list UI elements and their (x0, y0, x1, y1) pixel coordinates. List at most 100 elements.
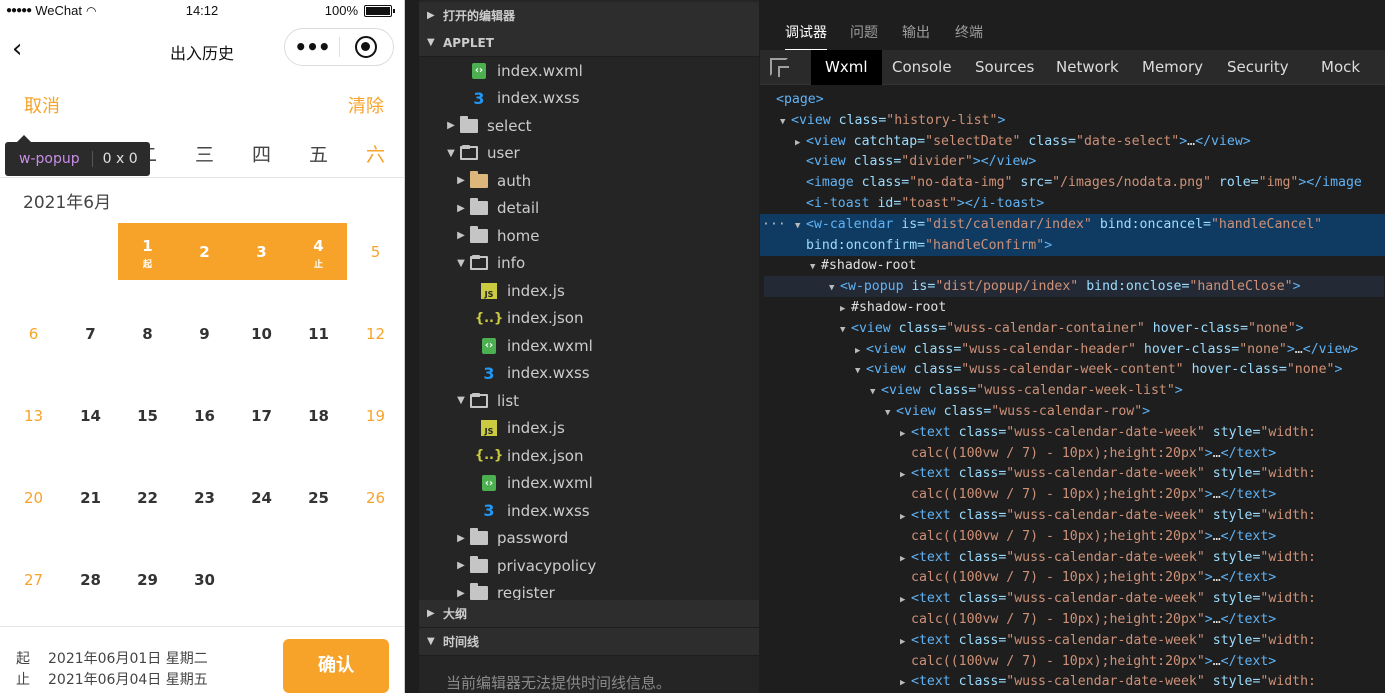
tree-folder[interactable]: ▶ register (419, 580, 759, 600)
wxml-node-line[interactable]: ▶ <view class="wuss-calendar-header" hove… (760, 339, 1385, 360)
wxml-node-line[interactable]: ▶ #shadow-root (760, 297, 1385, 318)
tab-debugger[interactable]: 调试器 (785, 22, 827, 50)
tab-memory[interactable]: Memory (1142, 58, 1203, 76)
calendar-day[interactable]: 28 (62, 571, 119, 589)
calendar-day[interactable]: 14 (62, 407, 119, 425)
calendar-day[interactable]: 5 (347, 243, 404, 261)
inspect-element-icon[interactable] (770, 58, 788, 76)
wxml-node-line[interactable]: ▼ <view class="history-list"> (760, 110, 1385, 131)
project-header[interactable]: ▼ APPLET (419, 29, 759, 57)
tab-mock[interactable]: Mock (1321, 58, 1360, 76)
wxml-node-line[interactable]: ▼ #shadow-root (760, 255, 1385, 276)
outline-header[interactable]: ▶ 大纲 (419, 600, 759, 628)
tab-problems[interactable]: 问题 (850, 22, 878, 42)
more-dots-icon[interactable]: ··· (762, 214, 786, 235)
close-miniprogram-button[interactable] (340, 36, 393, 58)
wxml-node-line[interactable]: calc((100vw / 7) - 10px);height:20px">…<… (760, 609, 1385, 630)
calendar-day[interactable]: 30 (176, 571, 233, 589)
calendar-day[interactable]: 10 (233, 325, 290, 343)
calendar-day[interactable]: 4止 (290, 237, 347, 270)
wxml-node-line[interactable]: ▼ <w-calendar is="dist/calendar/index" bi… (760, 213, 1385, 235)
tab-network[interactable]: Network (1056, 58, 1119, 76)
tab-security[interactable]: Security (1227, 58, 1289, 76)
expand-right-icon[interactable]: ▶ (900, 673, 911, 693)
wxml-node-line[interactable]: ▶ <text class="wuss-calendar-date-week" s… (760, 588, 1385, 609)
timeline-header[interactable]: ▼ 时间线 (419, 628, 759, 656)
calendar-day[interactable]: 12 (347, 325, 404, 343)
wxml-node-line[interactable]: <i-toast id="toast"></i-toast> (760, 193, 1385, 214)
tree-folder[interactable]: ▼ list (419, 387, 759, 415)
calendar-day[interactable]: 25 (290, 489, 347, 507)
calendar-day[interactable]: 20 (5, 489, 62, 507)
tree-file[interactable]: 3 index.wxss (419, 85, 759, 113)
wxml-node-line[interactable]: calc((100vw / 7) - 10px);height:20px">…<… (760, 567, 1385, 588)
calendar-day[interactable]: 3 (233, 243, 290, 261)
wxml-node-line[interactable]: ▶ <text class="wuss-calendar-date-week" s… (760, 505, 1385, 526)
wxml-node-line[interactable]: ▶ <text class="wuss-calendar-date-week" s… (760, 422, 1385, 443)
tree-folder[interactable]: ▶ auth (419, 167, 759, 195)
wxml-node-line[interactable]: ▶ <text class="wuss-calendar-date-week" s… (760, 547, 1385, 568)
tree-folder[interactable]: ▼ user (419, 140, 759, 168)
calendar-day[interactable]: 26 (347, 489, 404, 507)
tree-file[interactable]: {..} index.json (419, 305, 759, 333)
cancel-button[interactable]: 取消 (24, 92, 60, 118)
calendar-day[interactable]: 6 (5, 325, 62, 343)
calendar-day[interactable]: 29 (119, 571, 176, 589)
tree-file[interactable]: ‹› index.wxml (419, 57, 759, 85)
calendar-day[interactable]: 7 (62, 325, 119, 343)
tree-file[interactable]: ‹› index.wxml (419, 332, 759, 360)
calendar-day[interactable]: 17 (233, 407, 290, 425)
wxml-node-line[interactable]: ▼ <view class="wuss-calendar-container" h… (760, 318, 1385, 339)
tree-folder[interactable]: ▶ detail (419, 195, 759, 223)
calendar-day[interactable]: 21 (62, 489, 119, 507)
confirm-button[interactable]: 确认 (283, 639, 389, 693)
tab-terminal[interactable]: 终端 (955, 22, 983, 42)
calendar-day[interactable]: 27 (5, 571, 62, 589)
calendar-day[interactable]: 22 (119, 489, 176, 507)
tab-sources[interactable]: Sources (975, 58, 1034, 76)
tree-folder[interactable]: ▼ info (419, 250, 759, 278)
wxml-node-line[interactable]: <view class="divider"></view> (760, 151, 1385, 172)
calendar-day[interactable]: 15 (119, 407, 176, 425)
calendar-day[interactable]: 19 (347, 407, 404, 425)
wxml-node-line[interactable]: ▼ <w-popup is="dist/popup/index" bind:onc… (764, 276, 1384, 298)
tab-console[interactable]: Console (892, 58, 952, 76)
wxml-node-line[interactable]: ▶ <text class="wuss-calendar-date-week" s… (760, 463, 1385, 484)
tree-folder[interactable]: ▶ select (419, 112, 759, 140)
tree-file[interactable]: 3 index.wxss (419, 497, 759, 525)
wxml-node-line[interactable]: calc((100vw / 7) - 10px);height:20px">…<… (760, 651, 1385, 672)
tree-file[interactable]: 3 index.wxss (419, 360, 759, 388)
tree-folder[interactable]: ▶ privacypolicy (419, 552, 759, 580)
wxml-node-line[interactable]: ▼ <view class="wuss-calendar-row"> (760, 401, 1385, 422)
tab-wxml[interactable]: Wxml (811, 50, 882, 85)
wxml-node-line[interactable]: ▶ <text class="wuss-calendar-date-week" s… (760, 671, 1385, 692)
calendar-day[interactable]: 13 (5, 407, 62, 425)
wxml-node-line[interactable]: calc((100vw / 7) - 10px);height:20px">…<… (760, 526, 1385, 547)
wxml-node-line[interactable]: <image class="no-data-img" src="/images/… (760, 172, 1385, 193)
calendar-day[interactable]: 18 (290, 407, 347, 425)
calendar-day[interactable]: 1起 (119, 237, 176, 270)
tree-folder[interactable]: ▶ home (419, 222, 759, 250)
calendar-day[interactable]: 16 (176, 407, 233, 425)
wxml-node-line[interactable]: ▼ <view class="wuss-calendar-week-content… (760, 359, 1385, 380)
more-icon[interactable]: ••• (285, 35, 339, 59)
calendar-day[interactable]: 9 (176, 325, 233, 343)
tree-folder[interactable]: ▶ password (419, 525, 759, 553)
calendar-day[interactable]: 23 (176, 489, 233, 507)
wxml-node-line[interactable]: ▶ <text class="wuss-calendar-date-week" s… (760, 630, 1385, 651)
wxml-node-line[interactable]: calc((100vw / 7) - 10px);height:20px">…<… (760, 443, 1385, 464)
open-editors-header[interactable]: ▶ 打开的编辑器 (419, 2, 759, 30)
calendar-day[interactable]: 8 (119, 325, 176, 343)
clear-button[interactable]: 清除 (348, 92, 384, 118)
wxml-node-line[interactable]: bind:onconfirm="handleConfirm"> (760, 234, 1385, 256)
calendar-day[interactable]: 11 (290, 325, 347, 343)
tree-file[interactable]: JS index.js (419, 277, 759, 305)
tab-output[interactable]: 输出 (902, 22, 930, 42)
wxml-node-line[interactable]: <page> (760, 89, 1385, 110)
calendar-day[interactable]: 2 (176, 243, 233, 261)
tree-file[interactable]: ‹› index.wxml (419, 470, 759, 498)
tree-file[interactable]: {..} index.json (419, 442, 759, 470)
calendar-day[interactable]: 24 (233, 489, 290, 507)
tree-file[interactable]: JS index.js (419, 415, 759, 443)
wxml-node-line[interactable]: calc((100vw / 7) - 10px);height:20px">…<… (760, 484, 1385, 505)
